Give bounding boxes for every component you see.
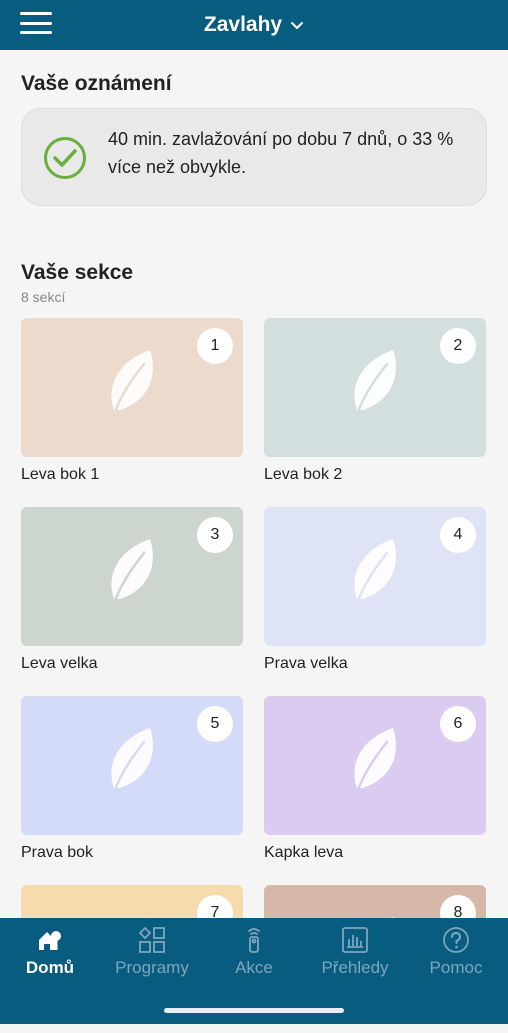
- zone-name: Leva bok 1: [21, 466, 100, 483]
- zone-tile[interactable]: 2: [264, 318, 486, 457]
- home-indicator: [164, 1008, 344, 1013]
- tab-label: Akce: [235, 958, 273, 977]
- tab-label: Přehledy: [321, 958, 389, 977]
- leaf-icon: [110, 728, 153, 802]
- zone-number-badge: 1: [197, 328, 233, 364]
- grid-icon: [138, 926, 165, 953]
- zone-number-badge: 6: [440, 706, 476, 742]
- zone-card[interactable]: 6 Kapka leva: [264, 696, 486, 862]
- zone-card[interactable]: 2 Leva bok 2: [264, 318, 486, 484]
- zone-tile[interactable]: 4: [264, 507, 486, 646]
- tab-label: Domů: [25, 958, 75, 977]
- zone-name: Leva bok 2: [264, 466, 343, 483]
- zone-number-badge: 5: [197, 706, 233, 742]
- remote-icon: [248, 928, 260, 953]
- tab-label: Programy: [115, 958, 189, 977]
- zone-tile[interactable]: 1: [21, 318, 243, 457]
- zone-name: Kapka leva: [264, 844, 344, 861]
- leaf-icon: [110, 539, 153, 613]
- zone-card[interactable]: 4 Prava velka: [264, 507, 486, 673]
- tab-programs[interactable]: Programy: [102, 926, 202, 986]
- help-icon: [443, 927, 469, 953]
- tab-overview[interactable]: Přehledy: [305, 926, 405, 986]
- zone-card[interactable]: 5 Prava bok: [21, 696, 243, 862]
- zone-number-badge: 3: [197, 517, 233, 553]
- leaf-icon: [353, 728, 396, 802]
- zone-card[interactable]: 3 Leva velka: [21, 507, 243, 673]
- zone-name: Prava bok: [21, 844, 94, 861]
- tab-home[interactable]: Domů: [0, 926, 100, 986]
- tab-help[interactable]: Pomoc: [406, 926, 506, 986]
- tab-label: Pomoc: [429, 958, 483, 977]
- zone-number-badge: 2: [440, 328, 476, 364]
- leaf-icon: [353, 539, 396, 613]
- leaf-icon: [110, 350, 153, 424]
- chart-icon: [342, 927, 368, 953]
- zone-tile[interactable]: 3: [21, 507, 243, 646]
- zone-number-badge: 4: [440, 517, 476, 553]
- zone-name: Prava velka: [264, 655, 348, 672]
- zone-card[interactable]: 1 Leva bok 1: [21, 318, 243, 484]
- zone-tile[interactable]: 5: [21, 696, 243, 835]
- tab-actions[interactable]: Akce: [204, 926, 304, 986]
- zone-name: Leva velka: [21, 655, 98, 672]
- zone-grid: 1 Leva bok 1 2 Leva bok 2 3 Leva velka 4 Prava …: [0, 0, 508, 1024]
- leaf-icon: [353, 350, 396, 424]
- home-icon: [39, 931, 61, 950]
- zone-tile[interactable]: 6: [264, 696, 486, 835]
